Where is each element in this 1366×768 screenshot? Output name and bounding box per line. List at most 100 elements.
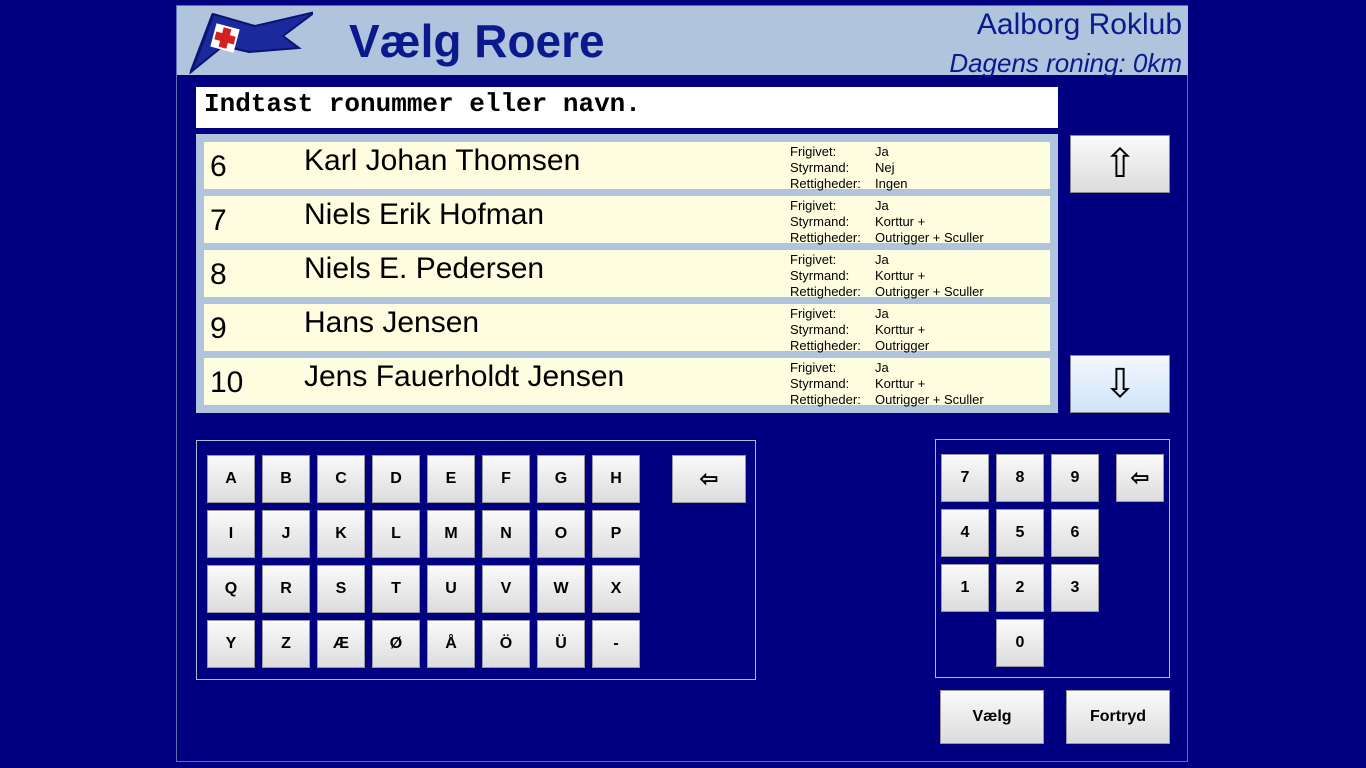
scroll-up-button[interactable]: ⇧: [1070, 135, 1170, 193]
search-input[interactable]: Indtast ronummer eller navn.: [196, 87, 1058, 128]
rower-row[interactable]: 10 Jens Fauerholdt Jensen Frigivet: Ja St…: [204, 358, 1050, 407]
frigivet-label: Frigivet:: [790, 252, 837, 267]
rettigheder-value: Outrigger + Sculler: [875, 392, 984, 407]
cancel-button[interactable]: Fortryd: [1066, 690, 1170, 744]
key-y[interactable]: Y: [207, 620, 255, 668]
rettigheder-value: Outrigger + Sculler: [875, 230, 984, 245]
rettigheder-label: Rettigheder:: [790, 176, 861, 191]
key-f[interactable]: F: [482, 455, 530, 503]
key-h[interactable]: H: [592, 455, 640, 503]
rower-number: 10: [210, 366, 244, 399]
letter-keyboard: A B C D E F G H I J K L M N O P Q R S T U V W X Y Z Æ Ø Å Ö Ü - ⇦: [196, 440, 756, 680]
styrmand-value: Korttur +: [875, 376, 926, 391]
key-dash[interactable]: -: [592, 620, 640, 668]
select-button[interactable]: Vælg: [940, 690, 1044, 744]
key-m[interactable]: M: [427, 510, 475, 558]
key-j[interactable]: J: [262, 510, 310, 558]
numpad-key-1[interactable]: 1: [941, 564, 989, 612]
key-r[interactable]: R: [262, 565, 310, 613]
frigivet-label: Frigivet:: [790, 306, 837, 321]
numpad-backspace-button[interactable]: ⇦: [1116, 454, 1164, 502]
rower-info: Frigivet: Ja Styrmand: Korttur + Rettighed…: [790, 306, 929, 354]
rower-row[interactable]: 8 Niels E. Pedersen Frigivet: Ja Styrmand…: [204, 250, 1050, 300]
key-ü[interactable]: Ü: [537, 620, 585, 668]
header-bar: Vælg Roere Aalborg Roklub Dagens roning:…: [177, 6, 1188, 78]
styrmand-label: Styrmand:: [790, 268, 850, 283]
numpad-key-6[interactable]: 6: [1051, 509, 1099, 557]
rower-info: Frigivet: Ja Styrmand: Nej Rettigheder: Ing…: [790, 144, 908, 192]
numpad-key-8[interactable]: 8: [996, 454, 1044, 502]
frigivet-value: Ja: [875, 252, 889, 267]
rower-name: Karl Johan Thomsen: [304, 144, 581, 177]
numpad-key-2[interactable]: 2: [996, 564, 1044, 612]
key-p[interactable]: P: [592, 510, 640, 558]
rettigheder-value: Ingen: [875, 176, 908, 191]
rettigheder-value: Outrigger: [875, 338, 930, 353]
key-d[interactable]: D: [372, 455, 420, 503]
key-å[interactable]: Å: [427, 620, 475, 668]
numpad-key-5[interactable]: 5: [996, 509, 1044, 557]
key-x[interactable]: X: [592, 565, 640, 613]
frigivet-value: Ja: [875, 360, 889, 375]
key-ö[interactable]: Ö: [482, 620, 530, 668]
rower-name: Hans Jensen: [304, 306, 480, 339]
rower-row[interactable]: 6 Karl Johan Thomsen Frigivet: Ja Styrman…: [204, 142, 1050, 192]
key-l[interactable]: L: [372, 510, 420, 558]
rower-name: Niels Erik Hofman: [304, 198, 545, 231]
styrmand-label: Styrmand:: [790, 160, 850, 175]
styrmand-value: Korttur +: [875, 214, 926, 229]
numpad-key-0[interactable]: 0: [996, 619, 1044, 667]
rower-info: Frigivet: Ja Styrmand: Korttur + Rettighed…: [790, 198, 984, 246]
rower-row[interactable]: 7 Niels Erik Hofman Frigivet: Ja Styrmand…: [204, 196, 1050, 246]
key-o[interactable]: O: [537, 510, 585, 558]
daily-distance: Dagens roning: 0km: [949, 48, 1182, 78]
rower-list: 6 Karl Johan Thomsen Frigivet: Ja Styrman…: [196, 134, 1058, 413]
rower-number: 8: [210, 258, 227, 291]
key-n[interactable]: N: [482, 510, 530, 558]
key-k[interactable]: K: [317, 510, 365, 558]
key-b[interactable]: B: [262, 455, 310, 503]
numpad-key-9[interactable]: 9: [1051, 454, 1099, 502]
key-z[interactable]: Z: [262, 620, 310, 668]
rower-number: 7: [210, 204, 227, 237]
rower-number: 6: [210, 150, 227, 183]
number-keypad: 7 8 9 4 5 6 1 2 3 0 ⇦: [935, 439, 1170, 678]
rettigheder-value: Outrigger + Sculler: [875, 284, 984, 299]
key-v[interactable]: V: [482, 565, 530, 613]
styrmand-label: Styrmand:: [790, 214, 850, 229]
rower-name: Jens Fauerholdt Jensen: [304, 360, 625, 393]
key-s[interactable]: S: [317, 565, 365, 613]
frigivet-label: Frigivet:: [790, 360, 837, 375]
styrmand-label: Styrmand:: [790, 322, 850, 337]
page-title: Vælg Roere: [349, 15, 605, 67]
frigivet-label: Frigivet:: [790, 198, 837, 213]
scroll-down-button[interactable]: ⇩: [1070, 355, 1170, 413]
key-c[interactable]: C: [317, 455, 365, 503]
key-t[interactable]: T: [372, 565, 420, 613]
numpad-key-7[interactable]: 7: [941, 454, 989, 502]
frigivet-value: Ja: [875, 144, 889, 159]
rower-row[interactable]: 9 Hans Jensen Frigivet: Ja Styrmand: Kortt…: [204, 304, 1050, 354]
key-w[interactable]: W: [537, 565, 585, 613]
key-q[interactable]: Q: [207, 565, 255, 613]
key-g[interactable]: G: [537, 455, 585, 503]
key-u[interactable]: U: [427, 565, 475, 613]
numpad-key-4[interactable]: 4: [941, 509, 989, 557]
key-i[interactable]: I: [207, 510, 255, 558]
styrmand-value: Korttur +: [875, 268, 926, 283]
key-ø[interactable]: Ø: [372, 620, 420, 668]
key-a[interactable]: A: [207, 455, 255, 503]
club-flag-logo: [189, 11, 313, 74]
keyboard-backspace-button[interactable]: ⇦: [672, 455, 746, 503]
rettigheder-label: Rettigheder:: [790, 338, 861, 353]
key-æ[interactable]: Æ: [317, 620, 365, 668]
rettigheder-label: Rettigheder:: [790, 284, 861, 299]
rower-name: Niels E. Pedersen: [304, 252, 545, 285]
key-e[interactable]: E: [427, 455, 475, 503]
rower-info: Frigivet: Ja Styrmand: Korttur + Rettighed…: [790, 252, 984, 300]
club-name: Aalborg Roklub: [976, 8, 1182, 41]
styrmand-label: Styrmand:: [790, 376, 850, 391]
frigivet-value: Ja: [875, 198, 889, 213]
numpad-key-3[interactable]: 3: [1051, 564, 1099, 612]
rettigheder-label: Rettigheder:: [790, 230, 861, 245]
